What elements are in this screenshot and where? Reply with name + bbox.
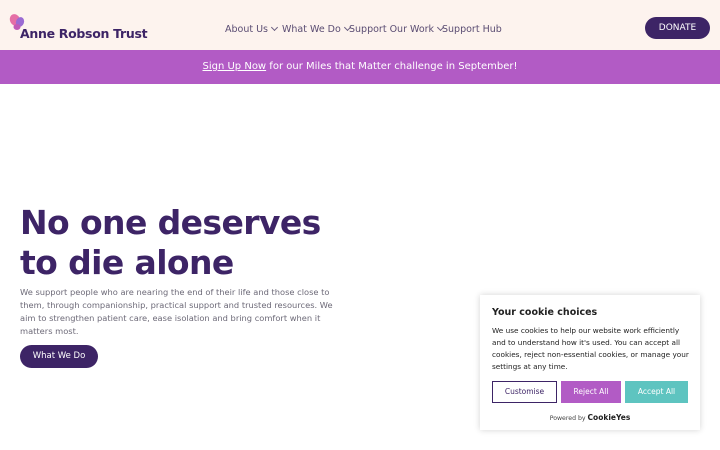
nav-support-hub[interactable]: Support Hub (442, 24, 502, 35)
banner-text: for our Miles that Matter challenge in S… (266, 61, 518, 72)
powered-by[interactable]: Powered by CookieYes (480, 413, 700, 422)
nav-support-our-work-label: Support Our Work (349, 24, 435, 35)
hero-description: We support people who are nearing the en… (20, 287, 333, 336)
what-we-do-button[interactable]: What We Do (20, 345, 98, 368)
chevron-down-icon (270, 23, 279, 32)
cookie-description: We use cookies to help our website work … (492, 326, 689, 371)
cookie-title: Your cookie choices (492, 307, 598, 318)
cookie-consent-panel: Your cookie choices We use cookies to he… (480, 295, 700, 430)
hero-title: No one deserves to die alone (20, 203, 321, 283)
site-header: Anne Robson Trust About Us What We Do Su… (0, 0, 720, 50)
nav-about-us[interactable]: About Us (225, 23, 279, 35)
nav-about-us-label: About Us (225, 24, 269, 35)
nav-what-we-do[interactable]: What We Do (282, 23, 351, 35)
nav-support-our-work[interactable]: Support Our Work (349, 23, 445, 35)
hero-title-line-2: to die alone (20, 243, 234, 282)
nav-support-hub-label: Support Hub (442, 24, 502, 35)
brand-name: Anne Robson Trust (20, 26, 148, 41)
announcement-banner: Sign Up Now for our Miles that Matter ch… (0, 50, 720, 84)
powered-by-text: Powered by (549, 415, 586, 422)
sign-up-link[interactable]: Sign Up Now (203, 61, 267, 72)
cookieyes-logo: CookieYes (587, 413, 631, 422)
nav-what-we-do-label: What We Do (282, 24, 341, 35)
customise-button[interactable]: Customise (492, 381, 557, 403)
site-logo[interactable]: Anne Robson Trust (8, 12, 148, 42)
donate-button[interactable]: DONATE (645, 17, 710, 39)
reject-all-button[interactable]: Reject All (561, 381, 621, 403)
accept-all-button[interactable]: Accept All (625, 381, 688, 403)
hero-title-line-1: No one deserves (20, 203, 321, 242)
